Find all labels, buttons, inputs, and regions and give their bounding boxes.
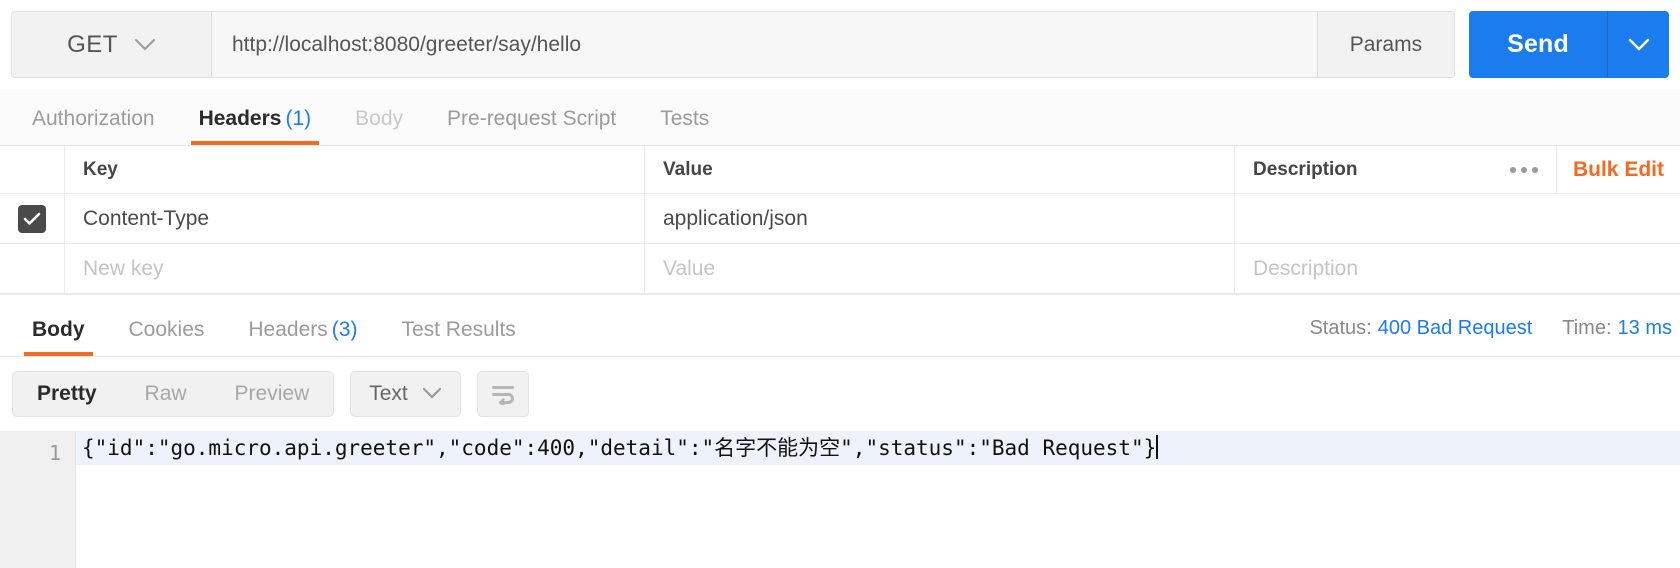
row-key-text: Content-Type [83, 206, 210, 230]
new-key-input[interactable]: New key [65, 244, 645, 293]
tab-label: Tests [660, 107, 710, 130]
tab-label: Body [355, 107, 404, 130]
tab-count: (1) [285, 107, 312, 130]
checkbox-checked-icon[interactable] [18, 204, 46, 233]
response-tab-body[interactable]: Body [10, 318, 107, 356]
tab-authorization[interactable]: Authorization [10, 107, 177, 145]
chevron-down-icon [422, 387, 442, 400]
method-url-group: GET Params [11, 11, 1456, 78]
response-body-toolbar: Pretty Raw Preview Text [0, 356, 1680, 430]
line-number: 1 [48, 441, 61, 465]
line-number-gutter: 1 [0, 431, 76, 568]
request-url-bar: GET Params Send [0, 0, 1680, 89]
http-method-selector[interactable]: GET [12, 12, 212, 77]
tab-label: Body [32, 318, 85, 341]
tab-label: Test Results [401, 318, 516, 341]
view-mode-preview[interactable]: Preview [211, 372, 334, 416]
response-tab-headers[interactable]: Headers (3) [226, 318, 379, 356]
row-value-cell[interactable]: application/json [645, 194, 1235, 243]
response-format-selector[interactable]: Text [350, 370, 461, 417]
column-header-description-label: Description [1253, 158, 1358, 180]
view-mode-segmented-control: Pretty Raw Preview [12, 370, 335, 417]
table-row[interactable]: Content-Type application/json [0, 194, 1680, 244]
new-value-placeholder: Value [663, 256, 716, 280]
view-mode-raw[interactable]: Raw [121, 372, 211, 416]
headers-table-header-row: Key Value Description Bulk Edit [0, 146, 1680, 194]
status-value: 400 Bad Request [1377, 317, 1533, 339]
status-badge: Status: 400 Bad Request [1309, 317, 1532, 340]
row-description-cell[interactable] [1235, 194, 1680, 243]
row-value-text: application/json [663, 206, 808, 230]
new-description-placeholder: Description [1253, 256, 1359, 280]
time-badge: Time: 13 ms [1562, 317, 1672, 340]
code-line-text: {"id":"go.micro.api.greeter","code":400,… [82, 436, 1157, 460]
column-header-key: Key [65, 146, 645, 193]
view-mode-pretty[interactable]: Pretty [13, 372, 121, 416]
response-tabs: Body Cookies Headers (3) Test Results Sta… [0, 294, 1680, 356]
bulk-edit-button[interactable]: Bulk Edit [1557, 146, 1680, 193]
tab-label: Pre-request Script [447, 107, 617, 130]
tab-tests[interactable]: Tests [638, 107, 731, 145]
time-value: 13 ms [1617, 317, 1672, 339]
tab-label: Cookies [128, 318, 205, 341]
row-key-cell[interactable]: Content-Type [65, 194, 645, 243]
row-checkbox-cell [0, 194, 65, 243]
tab-label: Authorization [32, 107, 155, 130]
request-tabs: Authorization Headers (1) Body Pre-reques… [0, 89, 1680, 145]
time-label: Time: [1562, 317, 1612, 339]
tab-label: Headers [198, 107, 282, 130]
new-description-input[interactable]: Description [1235, 244, 1680, 293]
send-options-chevron-down-icon[interactable] [1607, 11, 1669, 78]
response-tab-cookies[interactable]: Cookies [107, 318, 227, 356]
tab-label: Headers [248, 318, 328, 341]
tab-body[interactable]: Body [333, 107, 425, 145]
new-row-checkbox-cell [0, 244, 65, 293]
new-value-input[interactable]: Value [645, 244, 1235, 293]
status-label: Status: [1309, 317, 1372, 339]
code-content[interactable]: {"id":"go.micro.api.greeter","code":400,… [76, 431, 1680, 568]
response-format-label: Text [369, 381, 408, 405]
code-line-1[interactable]: {"id":"go.micro.api.greeter","code":400,… [76, 431, 1680, 465]
column-header-description: Description Bulk Edit [1235, 146, 1680, 193]
table-row-new[interactable]: New key Value Description [0, 244, 1680, 294]
tab-count: (3) [331, 318, 358, 341]
tab-headers[interactable]: Headers (1) [177, 107, 334, 145]
text-cursor [1156, 435, 1159, 459]
header-cell-checkbox-spacer [0, 146, 65, 193]
response-body-viewer: 1 {"id":"go.micro.api.greeter","code":40… [0, 430, 1680, 568]
column-header-value: Value [645, 146, 1235, 193]
url-input-wrapper [212, 12, 1318, 77]
ellipsis-icon[interactable] [1492, 146, 1557, 193]
headers-table: Key Value Description Bulk Edit Content-… [0, 145, 1680, 294]
word-wrap-icon[interactable] [476, 370, 529, 417]
params-button[interactable]: Params [1317, 12, 1455, 77]
send-button[interactable]: Send [1469, 11, 1607, 78]
url-input[interactable] [232, 32, 1297, 57]
response-tab-test-results[interactable]: Test Results [379, 318, 537, 356]
tab-pre-request-script[interactable]: Pre-request Script [425, 107, 638, 145]
send-button-group: Send [1469, 11, 1669, 78]
new-key-placeholder: New key [83, 256, 164, 280]
chevron-down-icon [134, 38, 156, 52]
response-meta: Status: 400 Bad Request Time: 13 ms [1309, 317, 1680, 356]
http-method-label: GET [67, 30, 118, 58]
headers-table-actions: Bulk Edit [1492, 146, 1680, 193]
